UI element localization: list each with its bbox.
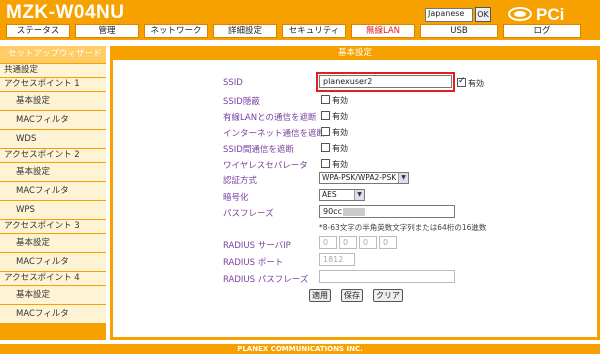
language-ok-button[interactable]: OK (475, 7, 491, 22)
radius-passphrase-input[interactable] (319, 270, 455, 283)
save-button[interactable]: 保存 (341, 289, 363, 302)
sidebar-item-ap1-basic[interactable]: 基本設定 (0, 92, 106, 111)
tab-log[interactable]: ログ (503, 24, 581, 38)
sidebar-group-ap3[interactable]: アクセスポイント 3 (0, 220, 106, 234)
tab-advanced[interactable]: 詳細設定 (213, 24, 277, 38)
model-name: MZK-W04NU (6, 2, 125, 23)
apply-button[interactable]: 適用 (309, 289, 331, 302)
tab-wireless-lan[interactable]: 無線LAN (351, 24, 415, 38)
planex-logo: PCi (508, 5, 564, 24)
radius-ip-octet-1[interactable]: 0 (319, 236, 337, 249)
sidebar-group-ap1[interactable]: アクセスポイント 1 (0, 78, 106, 92)
radius-passphrase-label: RADIUS パスフレーズ (223, 275, 309, 285)
passphrase-value: 90cc (323, 207, 342, 216)
radius-ip-octet-2[interactable]: 0 (339, 236, 357, 249)
tab-security[interactable]: セキュリティ (282, 24, 346, 38)
chevron-down-icon: ▼ (354, 190, 364, 200)
wired-block-checkbox[interactable] (321, 111, 330, 120)
ssid-enabled-checkbox[interactable] (457, 76, 466, 87)
auth-method-label: 認証方式 (223, 176, 258, 186)
wireless-separator-label: ワイヤレスセパレータ (223, 161, 308, 171)
passphrase-label: パスフレーズ (223, 209, 274, 219)
clear-button[interactable]: クリア (373, 289, 403, 302)
sidebar-item-setup-wizard[interactable]: セットアップウィザード (0, 46, 106, 63)
tab-network[interactable]: ネットワーク (144, 24, 208, 38)
sidebar-item-ap1-wds[interactable]: WDS (0, 130, 106, 149)
main-panel: 基本設定 SSID planexuser2 有効 SSID隠蔽 有効 有線LAN… (110, 46, 600, 340)
tab-usb[interactable]: USB (420, 24, 498, 38)
wireless-separator-checkbox[interactable] (321, 159, 330, 168)
passphrase-hint: *8-63文字の半角英数文字列または64桁の16進数 (319, 223, 487, 232)
logo-text: PCi (536, 5, 564, 24)
ssid-label: SSID (223, 78, 243, 88)
wired-block-label: 有線LANとの通信を遮断 (223, 113, 317, 123)
sidebar-item-ap4-basic[interactable]: 基本設定 (0, 286, 106, 305)
radius-ip-label: RADIUS サーバIP (223, 241, 291, 251)
internet-block-checkbox[interactable] (321, 127, 330, 136)
sidebar-item-ap4-mac-filter[interactable]: MACフィルタ (0, 305, 106, 324)
footer: PLANEX COMMUNICATIONS INC. (0, 344, 600, 354)
radius-port-label: RADIUS ポート (223, 258, 284, 268)
ssid-input[interactable]: planexuser2 (319, 75, 452, 88)
ssid-enabled-label: 有効 (468, 79, 484, 88)
sidebar-group-ap2[interactable]: アクセスポイント 2 (0, 149, 106, 163)
sidebar-item-ap2-basic[interactable]: 基本設定 (0, 163, 106, 182)
encryption-value: AES (322, 190, 337, 199)
internet-block-label: インターネット通信を遮断 (223, 129, 326, 139)
sidebar-item-ap3-mac-filter[interactable]: MACフィルタ (0, 253, 106, 272)
wireless-separator-enabled-label: 有効 (332, 160, 348, 169)
sidebar-item-ap2-mac-filter[interactable]: MACフィルタ (0, 182, 106, 201)
language-select[interactable]: Japanese (425, 8, 473, 22)
internet-block-enabled-label: 有効 (332, 128, 348, 137)
sidebar-item-common-settings[interactable]: 共通設定 (0, 64, 106, 78)
sidebar: セットアップウィザード 共通設定 アクセスポイント 1 基本設定 MACフィルタ… (0, 46, 106, 340)
tab-status[interactable]: ステータス (6, 24, 70, 38)
sidebar-group-ap4[interactable]: アクセスポイント 4 (0, 272, 106, 286)
sidebar-item-ap3-basic[interactable]: 基本設定 (0, 234, 106, 253)
sidebar-item-ap2-wps[interactable]: WPS (0, 201, 106, 220)
radius-ip-octet-4[interactable]: 0 (379, 236, 397, 249)
sidebar-item-ap1-mac-filter[interactable]: MACフィルタ (0, 111, 106, 130)
ssid-hide-enabled-label: 有効 (332, 96, 348, 105)
inter-ssid-block-checkbox[interactable] (321, 143, 330, 152)
auth-method-value: WPA-PSK/WPA2-PSK (322, 173, 397, 182)
inter-ssid-block-enabled-label: 有効 (332, 144, 348, 153)
ssid-hide-label: SSID隠蔽 (223, 97, 260, 107)
redaction-block (342, 207, 365, 216)
page-title: 基本設定 (113, 46, 597, 60)
tab-admin[interactable]: 管理 (75, 24, 139, 38)
chevron-down-icon: ▼ (398, 173, 408, 183)
encryption-label: 暗号化 (223, 193, 249, 203)
inter-ssid-block-label: SSID間通信を遮断 (223, 145, 294, 155)
ssid-hide-checkbox[interactable] (321, 95, 330, 104)
encryption-select[interactable]: AES ▼ (319, 189, 365, 201)
top-nav: ステータス 管理 ネットワーク 詳細設定 セキュリティ 無線LAN USB ログ (0, 24, 600, 38)
radius-port-input[interactable]: 1812 (319, 253, 355, 266)
header-bar: MZK-W04NU Japanese OK PCi ステータス 管理 ネットワー… (0, 0, 600, 40)
radius-ip-octet-3[interactable]: 0 (359, 236, 377, 249)
wired-block-enabled-label: 有効 (332, 112, 348, 121)
auth-method-select[interactable]: WPA-PSK/WPA2-PSK ▼ (319, 172, 409, 184)
passphrase-input[interactable]: 90cc (319, 205, 455, 218)
